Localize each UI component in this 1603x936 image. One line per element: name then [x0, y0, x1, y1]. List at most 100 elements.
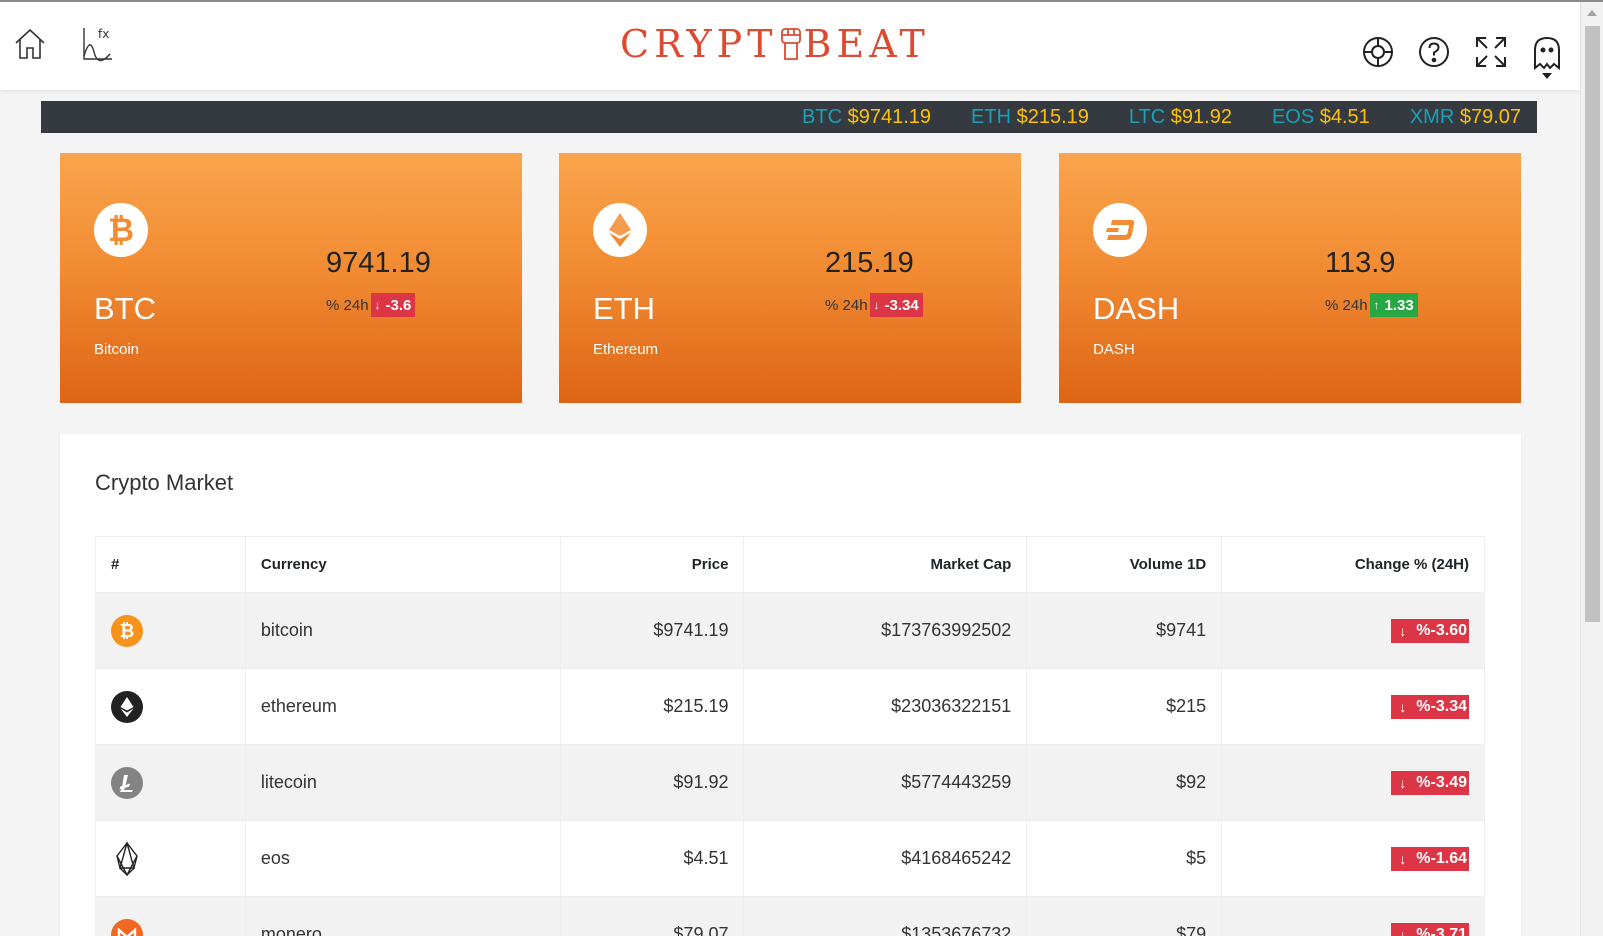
market-cap-value: $23036322151	[743, 668, 1028, 745]
volume-value: $92	[1026, 744, 1223, 821]
column-header-currency[interactable]: Currency	[244, 536, 561, 593]
ticker-item[interactable]: XMR $79.07	[1410, 106, 1521, 129]
change-value: %-1.64	[1416, 849, 1467, 867]
table-row[interactable]: eos $4.51 $4168465242 $5 ↓ %-1.64	[95, 820, 1485, 897]
table-row[interactable]: ethereum $215.19 $23036322151 $215 ↓ %-3.…	[95, 668, 1485, 745]
change-cell: ↓ %-3.60	[1221, 592, 1485, 669]
ticker-price: $9741.19	[847, 105, 932, 128]
price-value: $91.92	[559, 744, 745, 821]
ticker-symbol: ETH	[971, 105, 1012, 128]
coin-card-eth[interactable]: ETH Ethereum 215.19 % 24h ↓ -3.34	[559, 153, 1021, 403]
cryptobeat-logo[interactable]: CRYPT BEAT	[620, 22, 925, 70]
volume-value: $79	[1026, 896, 1223, 936]
litecoin-icon	[111, 766, 143, 799]
arrow-down-icon: ↓	[1399, 850, 1407, 867]
market-table: # Currency Price Market Cap Volume 1D Ch…	[95, 536, 1485, 936]
scroll-thumb[interactable]	[1585, 26, 1600, 622]
change-label: % 24h	[825, 296, 868, 314]
chart-fx-icon[interactable]: fx	[80, 26, 116, 62]
change-label: % 24h	[1325, 296, 1368, 314]
ticker-symbol: LTC	[1128, 105, 1166, 128]
column-header-volume[interactable]: Volume 1D	[1026, 536, 1223, 593]
card-change: % 24h ↑ 1.33	[1325, 293, 1418, 317]
card-symbol: BTC	[94, 291, 156, 326]
change-badge: ↑ 1.33	[1369, 293, 1418, 317]
top-navbar: fx CRYPT BEAT	[0, 2, 1580, 90]
home-icon[interactable]	[12, 26, 48, 62]
change-value: %-3.71	[1416, 925, 1467, 936]
ticker-item[interactable]: LTC $91.92	[1129, 106, 1232, 129]
change-value: -3.6	[385, 296, 412, 314]
volume-value: $5	[1026, 820, 1223, 897]
table-row[interactable]: ₿ bitcoin $9741.19 $173763992502 $9741 ↓…	[95, 592, 1485, 669]
card-price: 215.19	[825, 247, 914, 279]
row-icon-cell	[95, 744, 246, 821]
vertical-scrollbar[interactable]	[1580, 2, 1603, 936]
svg-text:fx: fx	[98, 27, 109, 41]
eos-icon	[111, 841, 143, 876]
ticker-item[interactable]: EOS $4.51	[1272, 106, 1370, 129]
table-row[interactable]: monero $79.07 $1353676732 $79 ↓ %-3.71	[95, 896, 1485, 936]
column-header-index[interactable]: #	[95, 536, 246, 593]
column-header-change[interactable]: Change % (24H)	[1221, 536, 1485, 593]
column-header-price[interactable]: Price	[559, 536, 745, 593]
ethereum-icon	[111, 690, 143, 723]
column-header-market-cap[interactable]: Market Cap	[743, 536, 1028, 593]
card-symbol: DASH	[1093, 291, 1180, 326]
ticker-price: $91.92	[1170, 105, 1232, 128]
row-icon-cell	[95, 896, 246, 936]
change-badge: ↓ %-1.64	[1391, 846, 1469, 871]
chevron-down-icon	[1542, 73, 1552, 79]
table-row[interactable]: litecoin $91.92 $5774443259 $92 ↓ %-3.49	[95, 744, 1485, 821]
fist-logo-icon	[778, 25, 804, 61]
monero-icon	[111, 918, 143, 936]
ticker-item[interactable]: ETH $215.19	[971, 106, 1089, 129]
currency-name: litecoin	[244, 744, 561, 821]
crypto-market-panel: Crypto Market # Currency Price Market Ca…	[60, 434, 1521, 936]
arrow-down-icon: ↓	[1399, 774, 1407, 791]
card-symbol: ETH	[593, 291, 655, 326]
scroll-up-arrow[interactable]	[1587, 10, 1597, 16]
card-price: 113.9	[1325, 247, 1396, 279]
card-change: % 24h ↓ -3.34	[825, 293, 923, 317]
card-name: DASH	[1093, 341, 1135, 358]
table-header-row: # Currency Price Market Cap Volume 1D Ch…	[95, 536, 1485, 593]
market-cap-value: $5774443259	[743, 744, 1028, 821]
fullscreen-icon[interactable]	[1473, 34, 1509, 70]
coin-card-btc[interactable]: ₿ BTC Bitcoin 9741.19 % 24h ↓ -3.6	[60, 153, 522, 403]
arrow-down-icon: ↓	[1399, 622, 1407, 639]
ticker-symbol: EOS	[1271, 105, 1315, 128]
currency-name: ethereum	[244, 668, 561, 745]
coin-card-dash[interactable]: DASH DASH 113.9 % 24h ↑ 1.33	[1059, 153, 1521, 403]
change-cell: ↓ %-1.64	[1221, 820, 1485, 897]
help-icon[interactable]	[1416, 34, 1452, 70]
ghost-user-icon[interactable]	[1530, 32, 1564, 84]
card-name: Bitcoin	[94, 341, 140, 358]
market-cap-value: $1353676732	[743, 896, 1028, 936]
change-badge: ↓ %-3.49	[1391, 770, 1469, 795]
ethereum-icon	[593, 203, 647, 257]
change-label: % 24h	[326, 296, 369, 314]
ticker-item[interactable]: BTC $9741.19	[802, 106, 931, 129]
change-cell: ↓ %-3.71	[1221, 896, 1485, 936]
change-badge: ↓ %-3.60	[1391, 618, 1469, 643]
volume-value: $9741	[1026, 592, 1223, 669]
market-cap-value: $173763992502	[743, 592, 1028, 669]
price-value: $79.07	[559, 896, 745, 936]
currency-name: eos	[244, 820, 561, 897]
bitcoin-icon: ₿	[111, 614, 143, 647]
ticker-price: $4.51	[1319, 105, 1370, 128]
lifebuoy-icon[interactable]	[1360, 34, 1396, 70]
row-icon-cell	[95, 668, 246, 745]
change-cell: ↓ %-3.49	[1221, 744, 1485, 821]
svg-text:₿: ₿	[120, 621, 135, 642]
change-badge: ↓ -3.6	[370, 293, 416, 317]
dash-icon	[1093, 203, 1147, 257]
price-ticker: BTC $9741.19 ETH $215.19 LTC $91.92 EOS …	[41, 101, 1537, 133]
card-change: % 24h ↓ -3.6	[326, 293, 416, 317]
change-cell: ↓ %-3.34	[1221, 668, 1485, 745]
price-value: $4.51	[559, 820, 745, 897]
row-icon-cell: ₿	[95, 592, 246, 669]
arrow-down-icon: ↓	[374, 298, 381, 312]
change-value: 1.33	[1384, 296, 1414, 314]
